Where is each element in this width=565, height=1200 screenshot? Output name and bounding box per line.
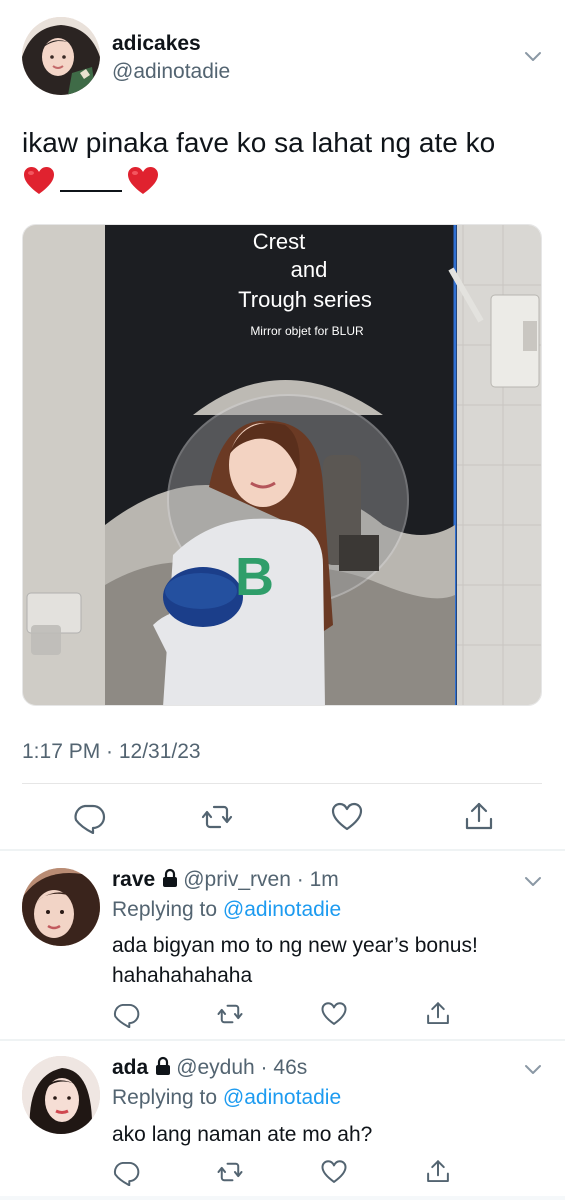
reply-mention-link[interactable]: @adinotadie [223,898,341,921]
reply-text: ako lang naman ate mo ah? [112,1123,373,1146]
share-icon[interactable] [424,1000,452,1028]
reply-handle-time[interactable]: @eyduh · 46s [176,1056,307,1079]
section-separator [0,849,565,851]
main-tweet-text: ikaw pinaka fave ko sa lahat ng ate ko [22,122,547,198]
share-icon[interactable] [462,800,496,834]
tweet-text-line1: ikaw pinaka fave ko sa lahat ng ate ko [22,127,496,158]
retweet-icon[interactable] [216,1000,244,1028]
replying-to: Replying to @adinotadie [112,1086,341,1110]
reply-header: rave @priv_rven · 1m [112,868,339,892]
reply-avatar[interactable] [22,1056,100,1134]
retweet-icon[interactable] [200,800,234,834]
lock-icon [163,868,178,887]
reply-actions [0,1000,565,1040]
like-icon[interactable] [320,1000,348,1028]
heart-emoji-icon [22,164,56,198]
replying-prefix: Replying to [112,898,218,921]
main-display-name[interactable]: adicakes [112,32,201,56]
reply-tweet: ada @eyduh · 46s Replying to @adinotadie … [0,1042,565,1196]
chevron-down-icon[interactable] [522,870,544,892]
lock-icon [156,1056,171,1075]
reply-header: ada @eyduh · 46s [112,1056,307,1080]
reply-icon[interactable] [72,800,106,835]
reply-avatar[interactable] [22,868,100,946]
main-actions [0,800,565,840]
main-handle[interactable]: @adinotadie [112,60,230,84]
chevron-down-icon[interactable] [522,1058,544,1080]
share-icon[interactable] [424,1158,452,1186]
reply-actions [0,1158,565,1198]
tweet-timestamp[interactable]: 1:17 PM · 12/31/23 [22,740,201,764]
reply-mention-link[interactable]: @adinotadie [223,1086,341,1109]
reply-tweet: rave @priv_rven · 1m Replying to @adinota… [0,852,565,1038]
main-avatar[interactable] [22,17,100,95]
reply-icon[interactable] [112,1000,140,1029]
reply-display-name[interactable]: ada [112,1056,148,1079]
poster-line2: and [291,257,328,282]
sweater-letter: B [235,547,274,607]
blank-underline [60,170,122,192]
like-icon[interactable] [320,1158,348,1186]
like-icon[interactable] [330,800,364,834]
tweet-photo[interactable]: B Crest and Trough series Mirror objet f… [22,224,542,706]
reply-text: ada bigyan mo to ng new year’s bonus! ha… [112,934,478,987]
bottom-edge [0,1196,565,1200]
retweet-icon[interactable] [216,1158,244,1186]
main-tweet: adicakes @adinotadie ikaw pinaka fave ko… [0,0,565,850]
reply-handle-time[interactable]: @priv_rven · 1m [183,868,339,891]
divider [22,783,542,784]
reply-display-name[interactable]: rave [112,868,155,891]
section-separator [0,1039,565,1041]
replying-to: Replying to @adinotadie [112,898,341,922]
chevron-down-icon[interactable] [522,45,544,67]
poster-line1: Crest [253,229,306,254]
tweet-text-line2 [22,164,547,198]
heart-emoji-icon [126,164,160,198]
replying-prefix: Replying to [112,1086,218,1109]
reply-icon[interactable] [112,1158,140,1187]
poster-line3: Trough series [238,287,372,312]
poster-line4: Mirror objet for BLUR [250,324,364,338]
